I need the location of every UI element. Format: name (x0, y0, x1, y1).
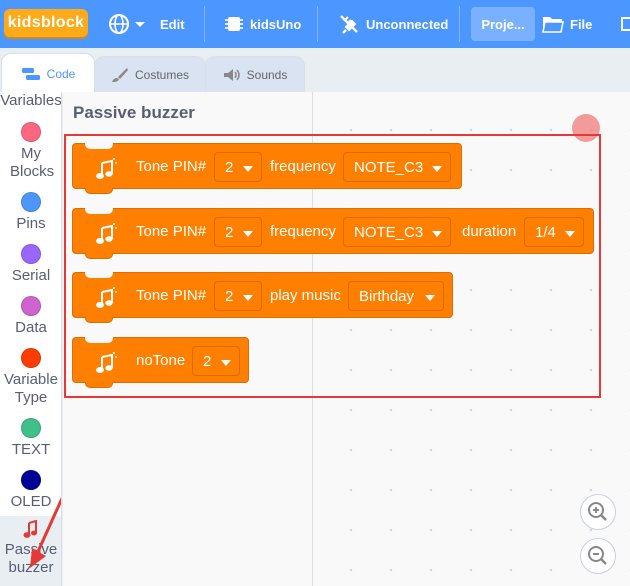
tab-sounds-label: Sounds (246, 67, 288, 82)
tab-costumes-label: Costumes (134, 67, 190, 82)
brush-icon (111, 67, 128, 82)
chip-icon (225, 17, 243, 31)
category-label: Serial (11, 267, 51, 284)
folder-icon (542, 17, 564, 33)
device-label: kidsUno (250, 16, 302, 32)
category-dot (21, 192, 41, 212)
menu-divider (204, 6, 205, 42)
highlight-annotation (64, 134, 601, 398)
red-arrow-annotation (30, 496, 61, 568)
editor-tabs: Code Costumes Sounds (0, 48, 630, 93)
zoom-out-button[interactable] (580, 538, 616, 574)
palette-title: Passive buzzer (73, 103, 195, 122)
category-text[interactable]: TEXT (0, 418, 61, 459)
tab-code-label: Code (46, 66, 76, 81)
category-variables[interactable]: Variables (0, 92, 62, 110)
category-serial[interactable]: Serial (0, 244, 61, 285)
zoom-in-icon (588, 502, 607, 521)
tab-code[interactable]: Code (1, 53, 95, 93)
unplugged-icon (340, 15, 358, 34)
edit-menu[interactable]: Edit (160, 0, 185, 48)
menu-divider (459, 6, 460, 42)
category-label: Variables (0, 92, 62, 109)
category-variable-type[interactable]: Variable Type (0, 348, 61, 407)
tab-costumes[interactable]: Costumes (94, 56, 206, 92)
speaker-icon (223, 68, 240, 81)
zoom-out-icon (588, 546, 607, 565)
file-label: File (570, 16, 593, 32)
menu-bar: kidsblock Edit kidsUno Unconnected Proje… (0, 0, 630, 48)
category-label: Variable Type (4, 371, 58, 406)
category-dot (21, 296, 41, 316)
category-dot (21, 348, 41, 368)
category-menu: Variables My Blocks Pins Serial Data Var… (0, 92, 62, 586)
code-icon (21, 67, 40, 80)
more-menu-icon[interactable] (620, 0, 630, 48)
tutorial-icon (621, 17, 630, 31)
category-dot (21, 418, 41, 438)
category-data[interactable]: Data (0, 296, 61, 337)
zoom-in-button[interactable] (580, 494, 616, 530)
logo-text: kidsblock (7, 14, 85, 31)
project-button[interactable]: Proje... (471, 7, 535, 41)
kidsblock-logo[interactable]: kidsblock (4, 9, 88, 37)
file-menu[interactable]: File (542, 0, 592, 48)
edit-label: Edit (160, 16, 185, 32)
device-menu[interactable]: kidsUno (224, 0, 301, 48)
category-dot (21, 470, 41, 490)
category-label: Pins (16, 215, 46, 232)
project-label: Proje... (481, 16, 525, 32)
category-label: Data (15, 319, 47, 336)
connection-menu[interactable]: Unconnected (338, 0, 448, 48)
chevron-down-icon (135, 22, 145, 27)
language-menu[interactable] (108, 0, 146, 48)
globe-icon (109, 14, 129, 34)
category-my-blocks[interactable]: My Blocks (0, 122, 61, 181)
category-dot (21, 244, 41, 264)
category-pins[interactable]: Pins (0, 192, 61, 233)
category-label: TEXT (11, 441, 51, 458)
connection-label: Unconnected (366, 16, 449, 32)
category-label: My Blocks (10, 145, 55, 180)
tab-sounds[interactable]: Sounds (205, 56, 305, 92)
category-dot (21, 122, 41, 142)
menu-divider (317, 6, 318, 42)
